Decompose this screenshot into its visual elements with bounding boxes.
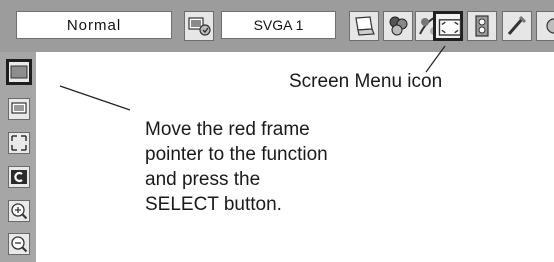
input-source-field[interactable]: SVGA 1 [221,11,336,39]
laptop-input-icon[interactable] [349,11,379,41]
input-source-value: SVGA 1 [253,17,304,33]
instruction-line: pointer to the function [145,144,328,165]
custom-screen-icon[interactable] [8,166,30,188]
digital-zoom-minus-icon[interactable] [8,233,30,255]
screen-side-menu [0,52,36,262]
true-screen-icon[interactable] [8,132,30,154]
side-menu-leader-line [59,85,131,111]
instruction-line: and press the [145,169,261,190]
normal-screen-icon[interactable] [6,59,32,85]
screen-menu-callout-label: Screen Menu icon [289,71,443,92]
mode-value: Normal [66,16,122,34]
instruction-text: Move the red frame pointer to the functi… [145,117,328,217]
digital-zoom-plus-icon[interactable] [8,200,30,222]
full-screen-icon[interactable] [8,98,30,120]
mode-field[interactable]: Normal [16,11,172,39]
menu-bar: Normal SVGA 1 [0,0,554,52]
color-select-icon[interactable] [383,11,413,41]
instruction-line: Move the red frame [145,119,310,140]
information-icon[interactable] [536,11,554,41]
instruction-line: SELECT button. [145,194,282,215]
setting-icon[interactable] [502,11,532,41]
screen-menu-icon[interactable] [433,11,463,41]
auto-pc-adjust-icon[interactable] [184,11,214,41]
sound-icon[interactable] [467,11,497,41]
